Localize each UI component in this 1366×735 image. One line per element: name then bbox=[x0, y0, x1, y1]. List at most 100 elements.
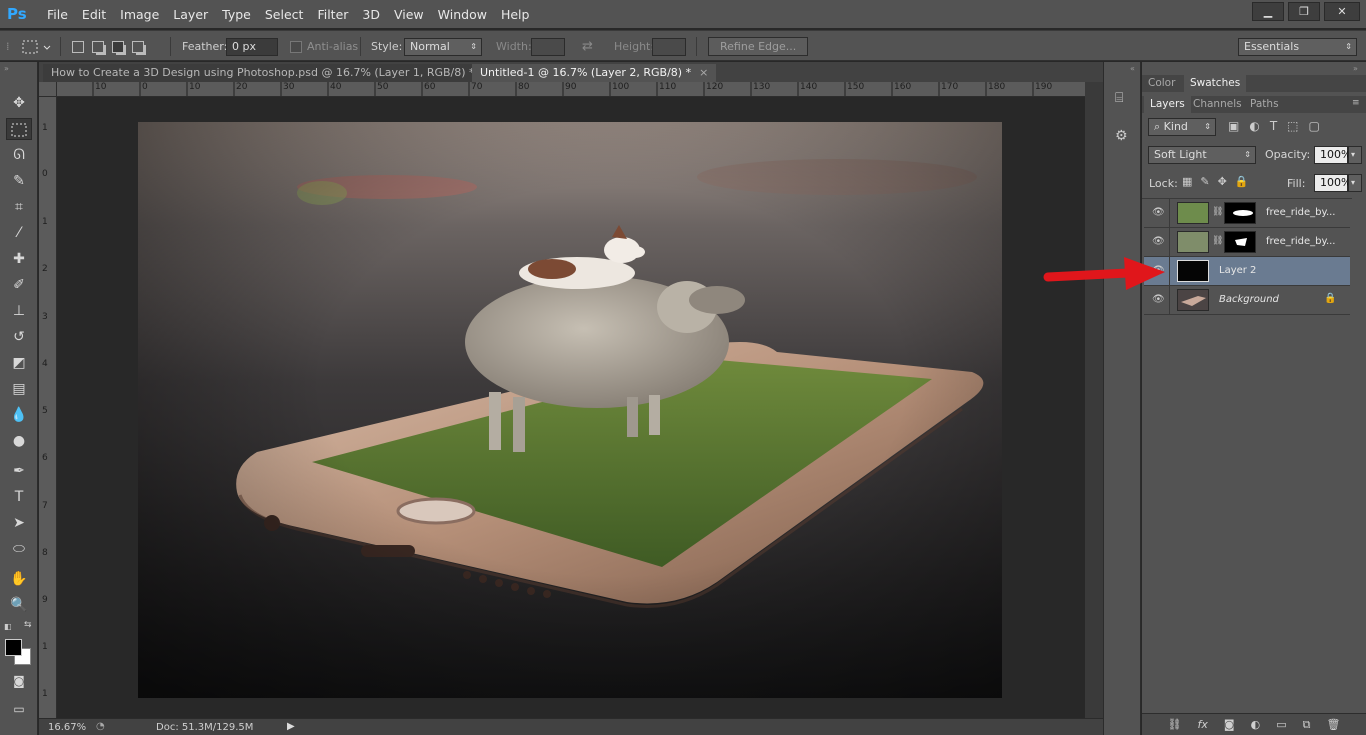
type-tool-icon[interactable]: T bbox=[6, 486, 32, 508]
layer-row-selected[interactable]: 👁 Layer 2 bbox=[1144, 257, 1350, 286]
menu-layer[interactable]: Layer bbox=[173, 7, 208, 22]
adjustment-filter-icon[interactable]: ◐ bbox=[1249, 119, 1259, 133]
brush-tool-icon[interactable]: ✐ bbox=[6, 274, 32, 296]
ellipse-tool-icon[interactable]: ⬭ bbox=[6, 538, 32, 560]
new-group-icon[interactable]: ▭ bbox=[1276, 718, 1286, 731]
menu-window[interactable]: Window bbox=[438, 7, 487, 22]
visibility-eye-icon[interactable]: 👁 bbox=[1152, 236, 1165, 248]
close-tab-icon[interactable]: × bbox=[699, 66, 708, 79]
document-canvas[interactable] bbox=[57, 97, 1085, 718]
gradient-tool-icon[interactable]: ▤ bbox=[6, 378, 32, 400]
smart-object-filter-icon[interactable]: ▢ bbox=[1309, 119, 1320, 133]
fx-icon[interactable]: fx bbox=[1198, 718, 1208, 731]
add-mask-icon[interactable]: ◙ bbox=[1224, 718, 1235, 731]
pen-tool-icon[interactable]: ✒ bbox=[6, 460, 32, 482]
layer-thumbnail[interactable] bbox=[1177, 231, 1209, 253]
shape-filter-icon[interactable]: ⬚ bbox=[1287, 119, 1298, 133]
antialias-checkbox[interactable] bbox=[290, 40, 302, 53]
refine-edge-button[interactable]: Refine Edge... bbox=[708, 37, 809, 56]
quick-mask-icon[interactable]: ◙ bbox=[6, 670, 32, 692]
menu-edit[interactable]: Edit bbox=[82, 7, 106, 22]
lock-transparent-icon[interactable]: ▦ bbox=[1182, 175, 1192, 188]
lock-image-icon[interactable]: ✎ bbox=[1200, 175, 1209, 188]
history-brush-tool-icon[interactable]: ↺ bbox=[6, 326, 32, 348]
layer-mask-thumbnail[interactable] bbox=[1224, 202, 1256, 224]
marquee-tool-preset[interactable] bbox=[22, 31, 52, 62]
minimize-button[interactable]: ▁ bbox=[1252, 2, 1284, 21]
quick-selection-tool-icon[interactable]: ✎ bbox=[6, 170, 32, 192]
kind-filter-select[interactable]: ⌕ Kind ⇕ bbox=[1148, 118, 1216, 136]
healing-brush-tool-icon[interactable]: ✚ bbox=[6, 248, 32, 270]
menu-help[interactable]: Help bbox=[501, 7, 530, 22]
vertical-ruler[interactable]: 1 0 1 2 3 4 5 6 7 8 9 1 1 bbox=[39, 97, 57, 718]
screen-mode-icon[interactable]: ▭ bbox=[6, 698, 32, 720]
menu-view[interactable]: View bbox=[394, 7, 424, 22]
workspace-select[interactable]: Essentials ⇕ bbox=[1238, 37, 1357, 56]
layer-thumbnail[interactable] bbox=[1177, 289, 1209, 311]
status-info-icon[interactable]: ◔ bbox=[96, 721, 105, 732]
tab-color[interactable]: Color bbox=[1142, 75, 1181, 92]
marquee-tool-icon[interactable] bbox=[6, 118, 32, 140]
trash-icon[interactable]: 🗑 bbox=[1326, 718, 1340, 731]
layer-row[interactable]: 👁 ⛓ free_ride_by... bbox=[1144, 199, 1350, 228]
swap-icon[interactable]: ⇄ bbox=[582, 31, 593, 62]
collapse-icon[interactable]: » bbox=[4, 64, 9, 73]
swap-colors-icon[interactable]: ⇆ bbox=[24, 620, 32, 630]
canvas-area[interactable] bbox=[57, 97, 1085, 718]
layer-name[interactable]: Layer 2 bbox=[1219, 265, 1256, 276]
blur-tool-icon[interactable]: 💧 bbox=[6, 404, 32, 426]
foreground-color-swatch[interactable] bbox=[5, 639, 22, 656]
menu-file[interactable]: File bbox=[47, 7, 68, 22]
width-input[interactable] bbox=[531, 37, 565, 56]
menu-image[interactable]: Image bbox=[120, 7, 159, 22]
intersect-selection-icon[interactable] bbox=[132, 40, 144, 53]
collapse-icon[interactable]: » bbox=[1353, 64, 1358, 73]
eraser-tool-icon[interactable]: ◩ bbox=[6, 352, 32, 374]
link-layers-icon[interactable]: ⛓ bbox=[1168, 718, 1182, 731]
menu-select[interactable]: Select bbox=[265, 7, 304, 22]
default-colors-icon[interactable]: ◧ bbox=[4, 622, 12, 631]
lasso-tool-icon[interactable]: ᘏ bbox=[6, 144, 32, 166]
layer-mask-thumbnail[interactable] bbox=[1224, 231, 1256, 253]
layer-name[interactable]: free_ride_by... bbox=[1266, 207, 1335, 218]
height-input[interactable] bbox=[652, 37, 686, 56]
hand-tool-icon[interactable]: ✋ bbox=[6, 568, 32, 590]
type-filter-icon[interactable]: T bbox=[1270, 119, 1277, 133]
zoom-level[interactable]: 16.67% bbox=[48, 722, 86, 733]
clone-stamp-tool-icon[interactable]: ⊥ bbox=[6, 300, 32, 322]
tab-channels[interactable]: Channels bbox=[1187, 96, 1248, 113]
opacity-dropdown-icon[interactable]: ▾ bbox=[1348, 146, 1362, 164]
ruler-corner[interactable] bbox=[39, 82, 57, 97]
layer-row[interactable]: 👁 ⛓ free_ride_by... bbox=[1144, 228, 1350, 257]
opacity-input[interactable]: 100% bbox=[1314, 146, 1351, 164]
properties-panel-icon[interactable]: ⚙ bbox=[1115, 128, 1128, 144]
close-button[interactable]: ✕ bbox=[1324, 2, 1360, 21]
layer-thumbnail[interactable] bbox=[1177, 260, 1209, 282]
dodge-tool-icon[interactable]: ● bbox=[6, 430, 32, 452]
style-select[interactable]: Normal ⇕ bbox=[404, 37, 482, 56]
fill-dropdown-icon[interactable]: ▾ bbox=[1348, 174, 1362, 192]
layer-name[interactable]: free_ride_by... bbox=[1266, 236, 1335, 247]
tab-layers[interactable]: Layers bbox=[1144, 96, 1191, 113]
lock-position-icon[interactable]: ✥ bbox=[1218, 175, 1227, 188]
menu-type[interactable]: Type bbox=[222, 7, 251, 22]
link-chain-icon[interactable]: ⛓ bbox=[1212, 236, 1223, 246]
status-menu-arrow-icon[interactable]: ▶ bbox=[287, 721, 295, 732]
subtract-selection-icon[interactable] bbox=[112, 40, 124, 53]
blend-mode-select[interactable]: Soft Light ⇕ bbox=[1148, 146, 1256, 164]
vertical-scrollbar[interactable] bbox=[1085, 82, 1103, 718]
fill-input[interactable]: 100% bbox=[1314, 174, 1351, 192]
collapse-icon[interactable]: « bbox=[1130, 64, 1135, 73]
zoom-tool-icon[interactable]: 🔍 bbox=[6, 594, 32, 616]
panel-menu-icon[interactable]: ≡ bbox=[1352, 98, 1360, 108]
history-panel-icon[interactable]: ⌸ bbox=[1115, 90, 1123, 106]
new-selection-icon[interactable] bbox=[72, 40, 84, 53]
adjustment-layer-icon[interactable]: ◐ bbox=[1251, 718, 1261, 731]
eyedropper-tool-icon[interactable]: ⁄ bbox=[6, 222, 32, 244]
doc-tab-3d-design[interactable]: How to Create a 3D Design using Photosho… bbox=[43, 64, 500, 82]
menu-filter[interactable]: Filter bbox=[317, 7, 348, 22]
menu-3d[interactable]: 3D bbox=[362, 7, 380, 22]
tab-paths[interactable]: Paths bbox=[1244, 96, 1285, 113]
horizontal-ruler[interactable]: 10 0 10 20 30 40 50 60 70 80 90 100 110 … bbox=[57, 82, 1085, 97]
path-selection-tool-icon[interactable]: ➤ bbox=[6, 512, 32, 534]
